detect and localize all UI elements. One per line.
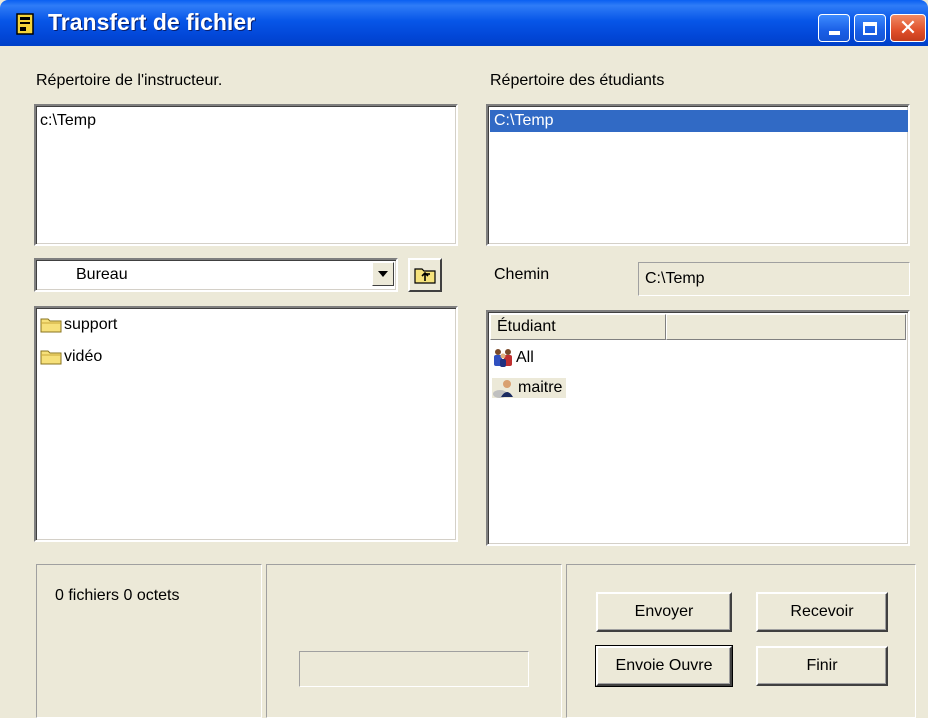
maximize-button[interactable] (854, 14, 886, 42)
receive-button[interactable]: Recevoir (756, 592, 888, 632)
student-dir-list[interactable]: C:\Temp (486, 104, 910, 246)
folder-name: vidéo (64, 348, 103, 365)
finish-button[interactable]: Finir (756, 646, 888, 686)
folder-icon (40, 350, 62, 365)
app-icon (16, 13, 34, 35)
status-summary-panel: 0 fichiers 0 octets (36, 564, 262, 718)
progress-bar (299, 651, 529, 687)
list-item[interactable]: support (40, 316, 117, 334)
title-bar[interactable]: Transfert de fichier ✕ (0, 0, 928, 46)
student-name: All (516, 349, 534, 366)
folder-up-icon (414, 268, 436, 284)
path-label: Chemin (494, 266, 550, 283)
up-folder-button[interactable] (408, 258, 442, 292)
column-header-student[interactable]: Étudiant (490, 314, 666, 340)
buttons-panel (566, 564, 916, 718)
send-button[interactable]: Envoyer (596, 592, 732, 632)
user-icon (493, 380, 513, 398)
path-field: C:\Temp (638, 262, 910, 296)
location-combo[interactable]: Bureau (34, 258, 398, 292)
table-row[interactable]: maitre (492, 378, 567, 398)
send-open-button[interactable]: Envoie Ouvre (595, 645, 733, 687)
instructor-dir-list[interactable]: c:\Temp (34, 104, 458, 246)
table-row[interactable]: All (492, 348, 534, 368)
folder-icon (40, 318, 62, 333)
window-title: Transfert de fichier (48, 9, 256, 35)
student-listview[interactable]: Étudiant All maitre (486, 310, 910, 546)
column-header-empty[interactable] (666, 314, 906, 340)
folder-name: support (64, 316, 118, 333)
close-button[interactable]: ✕ (890, 14, 926, 42)
instructor-dir-label: Répertoire de l'instructeur. (36, 72, 223, 89)
student-name: maitre (518, 379, 563, 396)
student-dir-label: Répertoire des étudiants (490, 72, 665, 89)
list-item-selected[interactable]: C:\Temp (490, 110, 908, 132)
maximize-icon (863, 21, 877, 35)
minimize-icon (828, 31, 840, 35)
status-summary: 0 fichiers 0 octets (55, 587, 180, 604)
minimize-button[interactable] (818, 14, 850, 42)
close-icon: ✕ (898, 15, 918, 40)
list-item[interactable]: c:\Temp (40, 112, 96, 130)
chevron-down-icon (378, 271, 388, 277)
instructor-file-list[interactable]: support vidéo (34, 306, 458, 542)
combo-dropdown-button[interactable] (372, 262, 394, 286)
group-icon (494, 349, 512, 367)
status-progress-panel (266, 564, 562, 718)
location-combo-value: Bureau (76, 266, 128, 283)
list-item[interactable]: vidéo (40, 348, 102, 366)
